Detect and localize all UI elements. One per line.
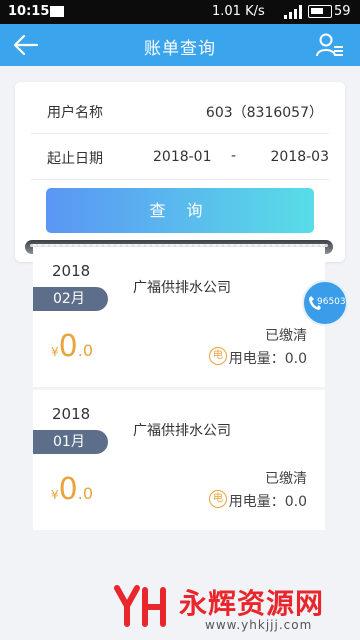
bill-year: 2018	[52, 262, 91, 280]
bill-card[interactable]: 2018 01月 广福供排水公司 已缴清 ¥0.0 电 用电量：0.0	[33, 387, 325, 533]
watermark-brand: 永辉资源网	[179, 587, 325, 620]
query-button[interactable]: 查 询	[46, 188, 314, 233]
electricity-icon: 电	[209, 347, 227, 365]
bill-card[interactable]: 2018 02月 广福供排水公司 已缴清 ¥0.0 电 用电量：0.0	[33, 244, 325, 390]
date-range-row: 起止日期 2018-01 - 2018-03	[31, 134, 329, 180]
user-name-row: 用户名称 603（8316057）	[31, 88, 329, 134]
user-name-value[interactable]: 603（8316057）	[206, 102, 323, 122]
title-bar: 账单查询	[0, 24, 360, 66]
bill-year: 2018	[52, 405, 91, 423]
battery-level: 59	[334, 4, 351, 19]
electricity-icon: 电	[209, 490, 227, 508]
bill-usage: 用电量：0.0	[228, 494, 307, 510]
bill-amount: ¥0.0	[51, 329, 93, 364]
start-date-field[interactable]: 2018-01	[153, 149, 212, 165]
notification-icon	[50, 6, 64, 17]
bill-month-tag: 02月	[33, 287, 108, 311]
user-list-icon[interactable]	[316, 32, 344, 58]
bill-month-tag: 01月	[33, 430, 108, 454]
hotline-number: 96503	[317, 297, 346, 307]
end-date-field[interactable]: 2018-03	[271, 149, 330, 165]
bill-company: 广福供排水公司	[133, 423, 231, 439]
bill-usage: 用电量：0.0	[228, 351, 307, 367]
watermark-logo	[114, 585, 166, 627]
battery-icon	[308, 5, 332, 18]
user-name-label: 用户名称	[47, 105, 103, 121]
watermark: 永辉资源网 www.yhkjjj.com	[113, 582, 333, 634]
bill-status: 已缴清	[265, 471, 307, 487]
status-time: 10:15	[8, 4, 50, 19]
watermark-url: www.yhkjjj.com	[205, 618, 313, 632]
signal-icon	[284, 5, 302, 19]
hotline-button[interactable]: 96503	[302, 280, 348, 326]
date-separator: -	[231, 148, 237, 164]
network-speed: 1.01 K/s	[212, 4, 265, 19]
bill-status: 已缴清	[265, 328, 307, 344]
date-range-label: 起止日期	[47, 151, 103, 167]
bill-company: 广福供排水公司	[133, 280, 231, 296]
query-card: 用户名称 603（8316057） 起止日期 2018-01 - 2018-03…	[15, 82, 345, 262]
status-bar: 10:15 1.01 K/s 59	[0, 0, 360, 24]
page-title: 账单查询	[144, 39, 216, 59]
bill-amount: ¥0.0	[51, 472, 93, 507]
